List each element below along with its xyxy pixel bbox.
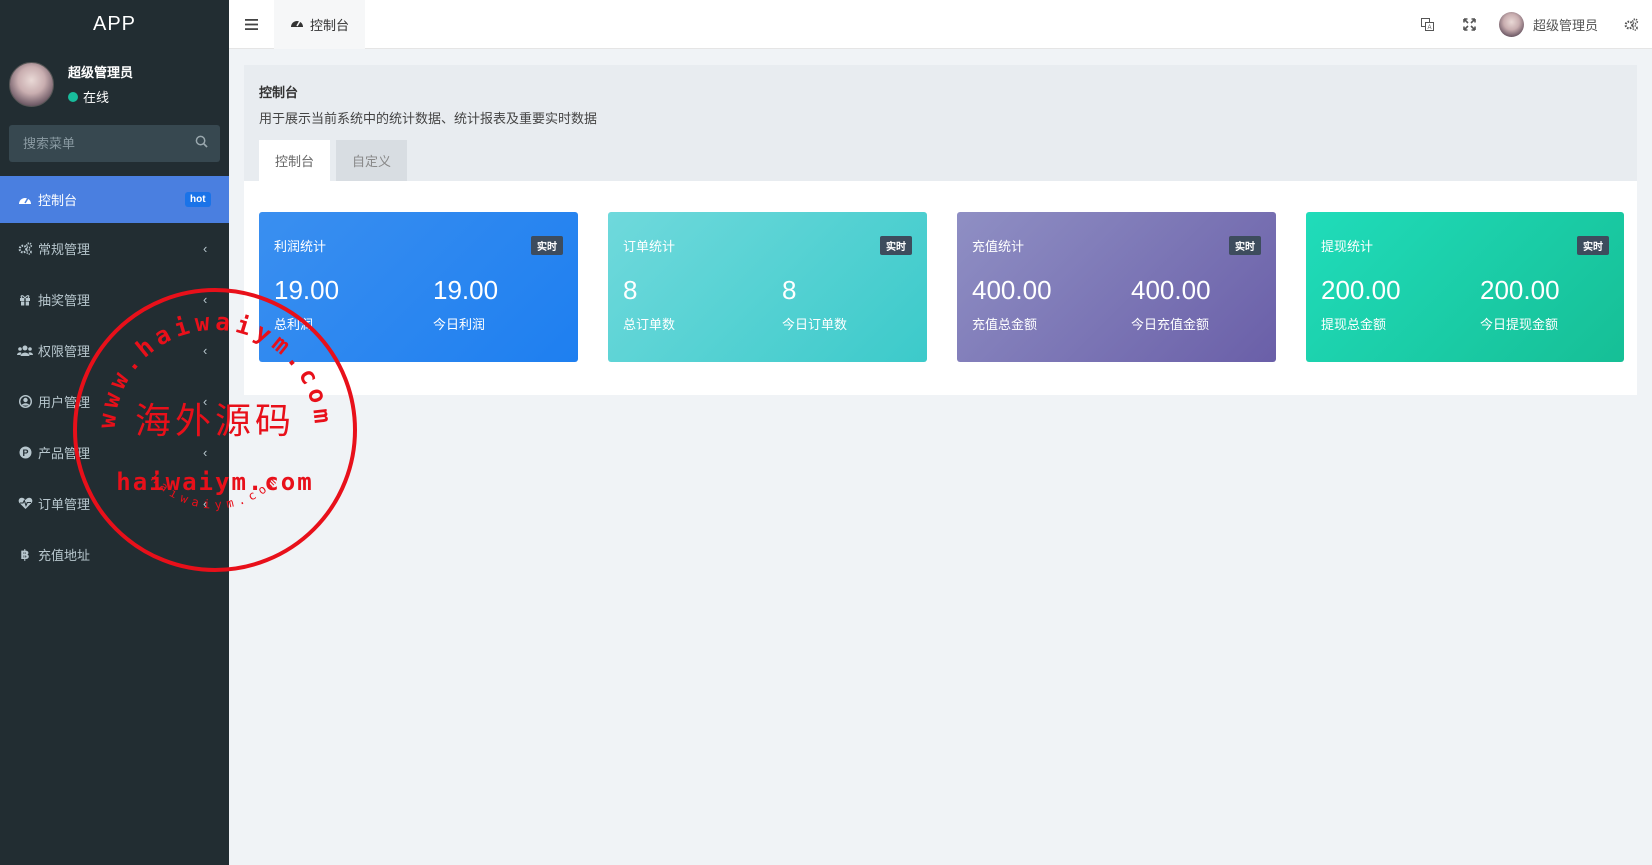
card-label: 今日订单数 (782, 317, 848, 332)
sidebar-item-general[interactable]: 常规管理 ‹ (0, 223, 229, 274)
sidebar-item-orders[interactable]: 订单管理 ‹ (0, 478, 229, 529)
sidebar-item-label: 订单管理 (38, 497, 91, 512)
order-stat-card: 订单统计 实时 8 总订单数 8 今日订单数 (608, 212, 927, 362)
product-p-icon: P (17, 445, 33, 461)
chevron-left-icon: ‹ (203, 445, 208, 460)
card-title: 提现统计 (1321, 239, 1374, 254)
app-logo[interactable]: APP (0, 0, 229, 49)
sidebar-item-label: 充值地址 (38, 548, 91, 563)
online-status-icon (68, 91, 78, 102)
svg-text:P: P (22, 448, 28, 458)
card-label: 总利润 (274, 317, 314, 332)
sidebar-item-permissions[interactable]: 权限管理 ‹ (0, 325, 229, 376)
realtime-badge: 实时 (880, 236, 912, 255)
panel-tabs: 控制台 自定义 (259, 140, 413, 181)
svg-text:A: A (1428, 25, 1432, 31)
hamburger-menu-icon[interactable] (229, 0, 274, 49)
sidebar-item-users[interactable]: 用户管理 ‹ (0, 376, 229, 427)
tab-custom[interactable]: 自定义 (336, 140, 408, 181)
chevron-left-icon: ‹ (203, 241, 208, 256)
heartbeat-icon (17, 496, 33, 512)
sidebar-item-products[interactable]: P 产品管理 ‹ (0, 427, 229, 478)
chevron-left-icon: ‹ (203, 343, 208, 358)
page-subtitle: 用于展示当前系统中的统计数据、统计报表及重要实时数据 (259, 111, 598, 126)
fullscreen-icon[interactable] (1449, 0, 1491, 49)
card-label: 总订单数 (623, 317, 676, 332)
card-label: 今日提现金额 (1480, 317, 1559, 332)
user-panel: 超级管理员 在线 (0, 49, 229, 119)
realtime-badge: 实时 (1229, 236, 1261, 255)
card-label: 今日充值金额 (1131, 317, 1210, 332)
avatar (9, 61, 54, 107)
card-value: 8 (623, 275, 638, 305)
realtime-badge: 实时 (531, 236, 563, 255)
dashboard-icon (17, 192, 33, 208)
profit-stat-card: 利润统计 实时 19.00 总利润 19.00 今日利润 (259, 212, 578, 362)
sidebar-item-label: 产品管理 (38, 446, 91, 461)
user-status-label: 在线 (83, 90, 110, 105)
panel-heading: 控制台 用于展示当前系统中的统计数据、统计报表及重要实时数据 控制台 自定义 (244, 65, 1637, 181)
stat-cards: 利润统计 实时 19.00 总利润 19.00 今日利润 订单统计 实时 8 总订单数… (259, 212, 1624, 362)
card-value: 400.00 (1131, 275, 1211, 305)
header-user-name: 超级管理员 (1532, 18, 1598, 33)
sidebar-item-label: 用户管理 (38, 395, 91, 410)
card-label: 提现总金额 (1321, 317, 1387, 332)
chevron-left-icon: ‹ (203, 496, 208, 511)
user-circle-icon (17, 394, 33, 410)
dashboard-panel: 控制台 用于展示当前系统中的统计数据、统计报表及重要实时数据 控制台 自定义 利… (244, 65, 1637, 395)
sidebar-item-label: 控制台 (38, 193, 78, 208)
search-icon[interactable] (195, 135, 208, 153)
sidebar: APP 超级管理员 在线 控制台 hot 常规管理 (0, 0, 229, 865)
card-title: 利润统计 (274, 239, 327, 254)
withdraw-stat-card: 提现统计 实时 200.00 提现总金额 200.00 今日提现金额 (1306, 212, 1624, 362)
card-value: 400.00 (972, 275, 1052, 305)
cogs-icon (17, 241, 33, 257)
sidebar-item-label: 常规管理 (38, 242, 91, 257)
user-status: 在线 (68, 87, 133, 106)
gift-icon (17, 292, 33, 308)
search-input[interactable] (23, 136, 173, 151)
chevron-left-icon: ‹ (203, 292, 208, 307)
realtime-badge: 实时 (1577, 236, 1609, 255)
settings-cogs-icon[interactable] (1610, 0, 1652, 49)
sidebar-item-recharge-address[interactable]: ฿ 充值地址 (0, 529, 229, 580)
card-value: 200.00 (1480, 275, 1560, 305)
card-value: 8 (782, 275, 797, 305)
sidebar-item-lottery[interactable]: 抽奖管理 ‹ (0, 274, 229, 325)
dashboard-icon (290, 17, 304, 32)
avatar (1498, 12, 1524, 37)
top-header: 控制台 A 超级管理员 (229, 0, 1652, 49)
menu-search (9, 125, 220, 162)
page-title: 控制台 (259, 85, 299, 100)
card-value: 19.00 (433, 275, 499, 305)
chevron-left-icon: ‹ (203, 394, 208, 409)
hot-badge: hot (185, 192, 211, 207)
translate-icon[interactable]: A (1407, 0, 1449, 49)
group-icon (17, 343, 33, 359)
header-right: A 超级管理员 (1407, 0, 1652, 49)
card-title: 订单统计 (623, 239, 676, 254)
header-user-menu[interactable]: 超级管理员 (1491, 12, 1610, 37)
bitcoin-icon: ฿ (20, 546, 30, 562)
sidebar-item-dashboard[interactable]: 控制台 hot (0, 176, 229, 223)
sidebar-menu: 控制台 hot 常规管理 ‹ 抽奖管理 ‹ 权限管理 ‹ 用户管理 ‹ P 产品… (0, 176, 229, 580)
card-title: 充值统计 (972, 239, 1025, 254)
recharge-stat-card: 充值统计 实时 400.00 充值总金额 400.00 今日充值金额 (957, 212, 1276, 362)
card-value: 200.00 (1321, 275, 1401, 305)
card-label: 充值总金额 (972, 317, 1038, 332)
tab-label: 控制台 (310, 17, 350, 33)
sidebar-item-label: 抽奖管理 (38, 293, 91, 308)
tab-dashboard[interactable]: 控制台 (274, 0, 366, 49)
user-name: 超级管理员 (68, 65, 134, 80)
card-label: 今日利润 (433, 317, 486, 332)
sidebar-item-label: 权限管理 (38, 344, 91, 359)
card-value: 19.00 (274, 275, 340, 305)
tab-dashboard-panel[interactable]: 控制台 (259, 140, 331, 181)
